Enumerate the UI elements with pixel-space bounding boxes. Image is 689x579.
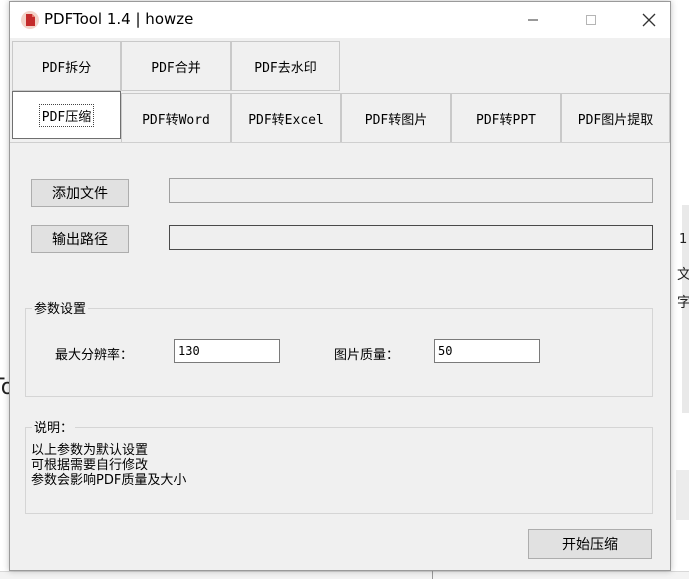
- file-path-field[interactable]: [169, 178, 653, 203]
- background-divider: [432, 571, 433, 579]
- tab-label: PDF图片提取: [577, 112, 654, 128]
- background-window-bottom: [0, 571, 689, 579]
- start-compress-button[interactable]: 开始压缩: [528, 529, 652, 559]
- close-icon: [642, 13, 656, 27]
- tab-label: PDF转PPT: [476, 112, 536, 128]
- maximize-icon: [586, 15, 596, 25]
- image-quality-label: 图片质量：: [334, 348, 400, 363]
- tab-label: PDF转Excel: [248, 112, 324, 128]
- tab-label: PDF压缩: [38, 103, 95, 127]
- background-window-right-lower: [676, 470, 689, 520]
- output-path-field[interactable]: [169, 225, 653, 250]
- maximize-button[interactable]: [568, 2, 614, 38]
- notes-group-title: 说明：: [32, 417, 76, 436]
- tab-pdf-split[interactable]: PDF拆分: [12, 41, 121, 91]
- tab-label: PDF合并: [151, 60, 201, 76]
- tab-label: PDF转Word: [142, 112, 210, 128]
- max-resolution-label: 最大分辨率：: [55, 348, 134, 363]
- image-quality-input[interactable]: [434, 339, 540, 363]
- title-bar[interactable]: PDFTool 1.4 | howze: [10, 2, 670, 38]
- max-resolution-input[interactable]: [174, 339, 280, 363]
- tab-pdf-to-word[interactable]: PDF转Word: [121, 93, 231, 143]
- minimize-icon: [528, 19, 538, 21]
- background-text-fragment: 1: [679, 232, 688, 247]
- tab-pdf-to-image[interactable]: PDF转图片: [341, 93, 451, 143]
- tab-pdf-compress[interactable]: PDF压缩: [12, 91, 121, 139]
- note-line: 以上参数为默认设置: [31, 443, 149, 458]
- tab-label: PDF去水印: [254, 60, 317, 76]
- tab-pdf-merge[interactable]: PDF合并: [121, 41, 231, 91]
- params-group-title: 参数设置: [32, 298, 89, 317]
- tab-pdf-to-excel[interactable]: PDF转Excel: [231, 93, 341, 143]
- tab-label: PDF转图片: [364, 112, 428, 128]
- tab-pdf-image-extract[interactable]: PDF图片提取: [561, 93, 670, 143]
- tab-pdf-to-ppt[interactable]: PDF转PPT: [451, 93, 561, 143]
- note-line: 可根据需要自行修改: [31, 458, 149, 473]
- tab-label: PDF拆分: [41, 60, 92, 76]
- tab-pdf-remove-watermark[interactable]: PDF去水印: [231, 41, 340, 91]
- compress-panel: 添加文件 输出路径 参数设置 最大分辨率： 图片质量： 以上参数为默认设置 可根…: [10, 142, 670, 570]
- note-line: 参数会影响PDF质量及大小: [31, 473, 187, 488]
- app-logo-icon: [20, 10, 40, 30]
- close-button[interactable]: [626, 2, 672, 38]
- output-path-button[interactable]: 输出路径: [31, 225, 129, 253]
- window-title: PDFTool 1.4 | howze: [44, 10, 194, 28]
- background-text-fragment: 文: [677, 267, 689, 283]
- background-text-fragment: 字: [677, 295, 689, 311]
- notes-box: 以上参数为默认设置 可根据需要自行修改 参数会影响PDF质量及大小: [25, 427, 653, 514]
- minimize-button[interactable]: [510, 2, 556, 38]
- add-file-button[interactable]: 添加文件: [31, 179, 129, 207]
- app-window: PDFTool 1.4 | howze PDF拆分 PDF合并 PDF去水印 P…: [9, 1, 671, 571]
